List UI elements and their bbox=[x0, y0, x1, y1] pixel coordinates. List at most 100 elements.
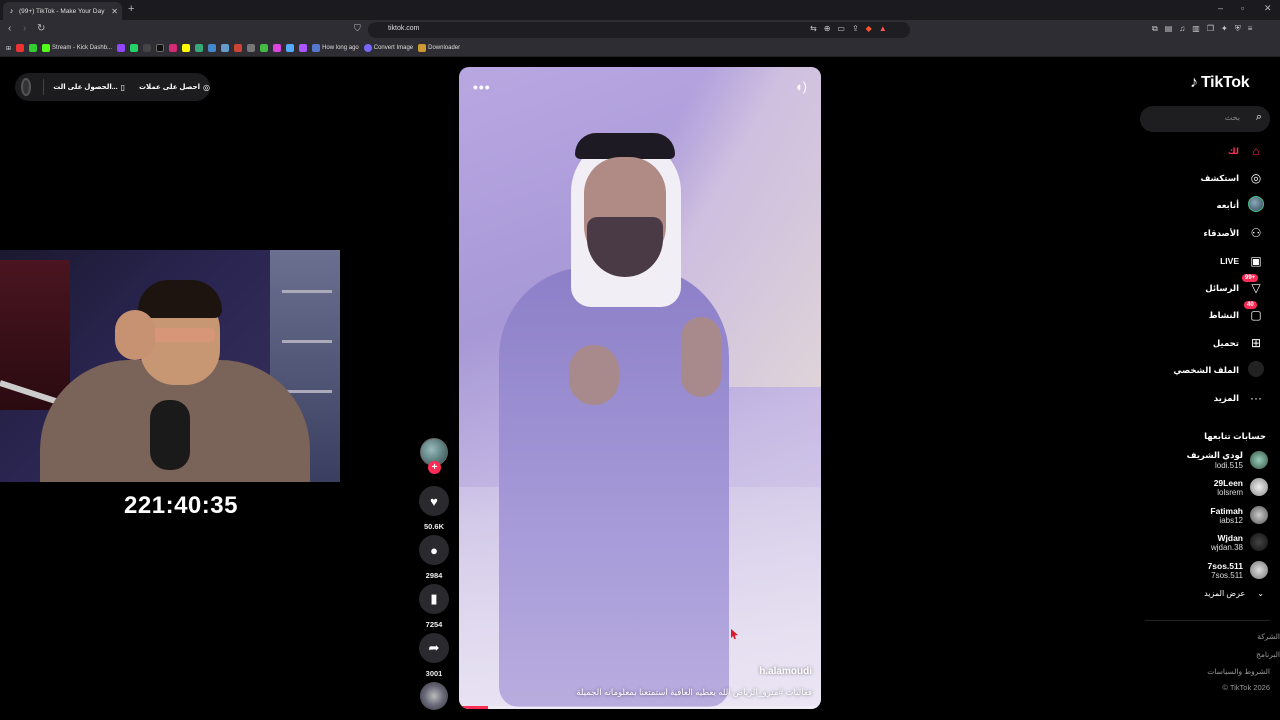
nav-activity[interactable]: النشاط ▢ 40 bbox=[1140, 301, 1270, 326]
get-app-button[interactable]: الحصول على الت... bbox=[53, 83, 117, 91]
following-account[interactable]: Wjdan wjdan.38 bbox=[1140, 530, 1270, 554]
nav-friends[interactable]: الأصدقاء ⚇ bbox=[1140, 222, 1270, 244]
save-button[interactable]: ▮ bbox=[419, 584, 449, 614]
menu-icon[interactable]: ≡ bbox=[1248, 24, 1253, 34]
bookmark-icon: ▮ bbox=[430, 591, 438, 606]
follow-plus-icon[interactable]: + bbox=[428, 461, 441, 474]
tiktok-favicon-icon: ♪ bbox=[9, 7, 14, 15]
nav-upload[interactable]: تحميل ⊞ bbox=[1140, 332, 1270, 354]
logo-text: TikTok bbox=[1201, 74, 1250, 91]
nav-label: تحميل bbox=[1212, 337, 1239, 348]
apps-icon[interactable]: ⊞ bbox=[6, 45, 11, 52]
comment-button[interactable]: ● bbox=[419, 535, 449, 565]
avatar bbox=[1250, 478, 1268, 496]
tiktok-logo[interactable]: ♪ TikTok bbox=[1190, 74, 1250, 92]
wallet-icon[interactable]: ▤ bbox=[1165, 24, 1173, 34]
bookmark-kick-dashboard[interactable]: Stream - Kick Dashb... bbox=[42, 44, 112, 52]
bookmarks-bar: ⊞ Stream - Kick Dashb... How long ago Co… bbox=[0, 40, 1280, 57]
tabs-icon[interactable]: ❐ bbox=[1207, 24, 1214, 34]
nav-explore[interactable]: استكشف ◎ bbox=[1140, 167, 1270, 189]
bookmark-10[interactable] bbox=[234, 44, 243, 52]
coin-icon: ◎ bbox=[203, 82, 210, 92]
following-account[interactable]: 7sos.511 7sos.511 bbox=[1140, 558, 1270, 582]
browser-tab[interactable]: ♪ (99+) TikTok - Make Your Day ✕ bbox=[3, 2, 122, 20]
nav-more[interactable]: المزيد ··· bbox=[1140, 387, 1270, 409]
brave-shield-icon[interactable]: ◆ bbox=[866, 24, 872, 33]
vpn-icon[interactable]: ⛨ bbox=[1235, 24, 1241, 34]
bookmark-page-icon[interactable]: ⛉ bbox=[354, 23, 361, 34]
get-coins-button[interactable]: احصل على عملات bbox=[139, 83, 200, 91]
bookmark-whatsapp[interactable] bbox=[130, 44, 139, 52]
like-button[interactable]: ♥ bbox=[419, 486, 449, 516]
share-button[interactable]: ➦ bbox=[419, 633, 449, 663]
search-input[interactable]: بحث ⌕ bbox=[1140, 106, 1270, 132]
bookmark-kick[interactable] bbox=[29, 44, 38, 52]
music-icon[interactable]: ♫ bbox=[1179, 24, 1185, 34]
following-account[interactable]: لودي الشريف lodi.515 bbox=[1140, 448, 1270, 472]
streamer-hair bbox=[138, 280, 222, 318]
following-account[interactable]: Fatimah iabs12 bbox=[1140, 503, 1270, 527]
nav-profile[interactable]: الملف الشخصي bbox=[1140, 359, 1270, 381]
footer-terms-link[interactable]: الشروط والسياسات bbox=[1207, 667, 1270, 676]
bookmark-13[interactable] bbox=[273, 44, 282, 52]
footer-company-link[interactable]: الشركة bbox=[1257, 632, 1280, 641]
leo-icon[interactable]: ✦ bbox=[1221, 24, 1228, 34]
video-more-options-icon[interactable]: ••• bbox=[473, 79, 491, 95]
nav-label: استكشف bbox=[1200, 172, 1239, 183]
footer-copyright: © TikTok 2026 bbox=[1222, 683, 1270, 692]
music-disc-icon[interactable] bbox=[420, 682, 448, 710]
browser-tabbar: ♪ (99+) TikTok - Make Your Day ✕ + – ▫ ✕ bbox=[0, 0, 1280, 20]
bookmark-8[interactable] bbox=[208, 44, 217, 52]
bookmark-how-long-ago[interactable]: How long ago bbox=[312, 44, 359, 52]
bookmark-instagram[interactable] bbox=[169, 44, 178, 52]
extensions-icon[interactable]: ⧉ bbox=[1152, 24, 1158, 34]
video-author[interactable]: h.alamoudi bbox=[759, 666, 812, 677]
user-avatar[interactable] bbox=[21, 78, 31, 96]
bookmark-15[interactable] bbox=[299, 44, 308, 52]
see-more-button[interactable]: عرض المزيد ⌄ bbox=[1140, 589, 1270, 598]
minimize-icon[interactable]: – bbox=[1218, 3, 1223, 13]
coins-bar: الحصول على الت... ▯ احصل على عملات ◎ bbox=[15, 73, 210, 101]
bookmark-9[interactable] bbox=[221, 44, 230, 52]
bookmark-youtube[interactable] bbox=[16, 44, 25, 52]
sidebar-divider bbox=[1145, 620, 1270, 621]
bookmark-downloader[interactable]: Downloader bbox=[418, 44, 460, 52]
bookmark-convert-image[interactable]: Convert Image bbox=[363, 44, 413, 52]
close-tab-icon[interactable]: ✕ bbox=[111, 7, 118, 16]
bookmark-12[interactable] bbox=[260, 44, 269, 52]
nav-for-you[interactable]: لك ⌂ bbox=[1140, 140, 1270, 162]
nav-label: LIVE bbox=[1220, 256, 1239, 266]
maximize-icon[interactable]: ▫ bbox=[1241, 3, 1244, 13]
nav-messages[interactable]: الرسائل ▽ 99+ bbox=[1140, 274, 1270, 299]
zoom-icon[interactable]: ⊕ bbox=[824, 24, 831, 33]
nav-label: لك bbox=[1227, 145, 1239, 156]
search-placeholder: بحث bbox=[1224, 113, 1240, 122]
rewards-icon[interactable]: ▲ bbox=[879, 24, 887, 33]
sidebar-icon[interactable]: ▥ bbox=[1192, 24, 1200, 34]
volume-icon[interactable]: ◖) bbox=[795, 79, 807, 94]
share-icon[interactable]: ⇪ bbox=[852, 24, 859, 33]
bookmark-7[interactable] bbox=[195, 44, 204, 52]
search-icon[interactable]: ⌕ bbox=[1256, 111, 1262, 124]
following-account[interactable]: 29Leen lolsrem bbox=[1140, 475, 1270, 499]
reload-icon[interactable]: ↻ bbox=[37, 23, 45, 34]
forward-icon[interactable]: › bbox=[23, 23, 26, 34]
nav-live[interactable]: LIVE ▣ bbox=[1140, 250, 1270, 272]
cast-icon[interactable]: ▭ bbox=[837, 24, 845, 33]
video-player[interactable]: ••• ◖) h.alamoudi فعاليات #مترو_الرياض ا… bbox=[459, 67, 821, 709]
bookmark-twitch[interactable] bbox=[117, 44, 126, 52]
back-icon[interactable]: ‹ bbox=[8, 23, 11, 34]
new-tab-icon[interactable]: + bbox=[128, 3, 134, 15]
bookmark-14[interactable] bbox=[286, 44, 295, 52]
account-name: لودي الشريف bbox=[1186, 450, 1243, 460]
video-progress-bar[interactable] bbox=[459, 706, 821, 709]
nav-following[interactable]: أتابعه bbox=[1140, 194, 1270, 216]
footer-program-link[interactable]: البرنامج bbox=[1256, 650, 1280, 659]
bookmark-x[interactable] bbox=[143, 44, 152, 52]
bookmark-tiktok[interactable] bbox=[156, 44, 165, 52]
translate-icon[interactable]: ⇆ bbox=[810, 24, 817, 33]
close-window-icon[interactable]: ✕ bbox=[1264, 3, 1272, 14]
bookmark-snapchat[interactable] bbox=[182, 44, 191, 52]
bookmark-11[interactable] bbox=[247, 44, 256, 52]
account-handle: iabs12 bbox=[1219, 515, 1243, 525]
